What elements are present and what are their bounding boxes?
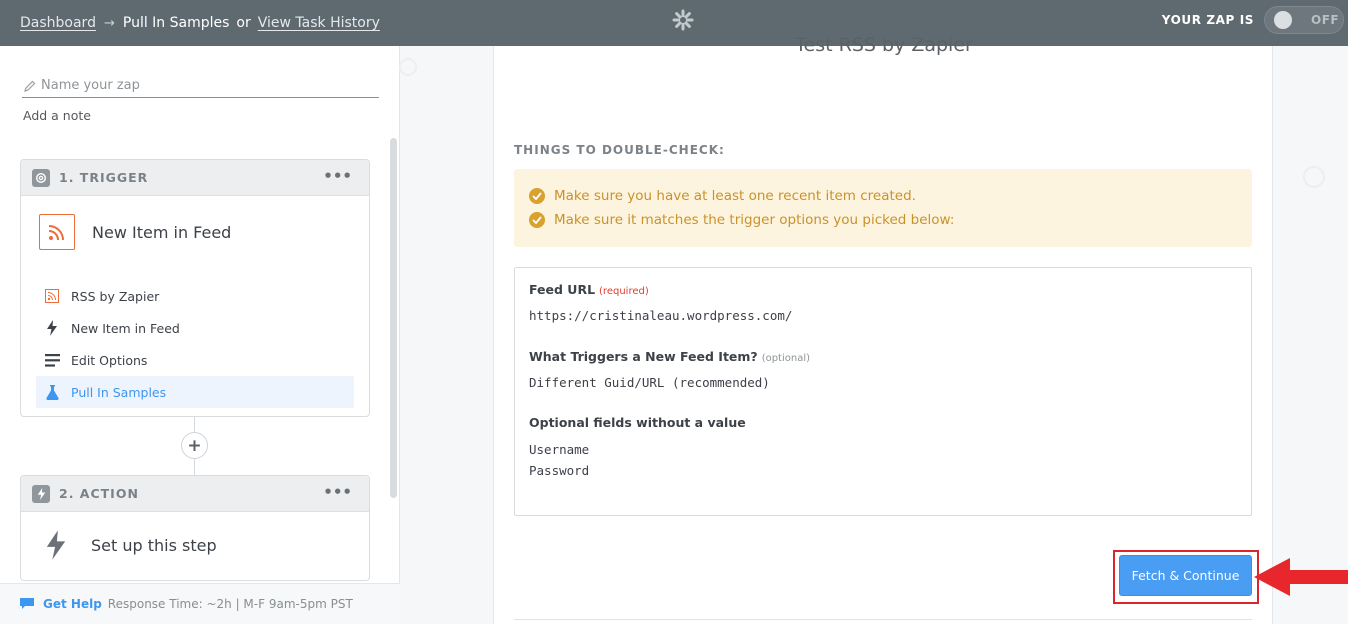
action-app-summary[interactable]: Set up this step (21, 512, 369, 562)
add-note-link[interactable]: Add a note (23, 108, 91, 123)
action-step-card: 2. ACTION ••• Set up this step (20, 475, 370, 581)
trigger-substeps: RSS by Zapier New Item in Feed Edit Opti… (21, 280, 369, 408)
optional-tag: (optional) (761, 353, 811, 364)
trigger-app-title: New Item in Feed (92, 222, 232, 242)
trigger-step-card: 1. TRIGGER ••• New Item in Feed RSS by Z… (20, 159, 370, 417)
trigger-type-label: What Triggers a New Feed Item? (optional) (529, 349, 811, 364)
editor-sidebar: Add a note 1. TRIGGER ••• New Item in Fe… (0, 46, 400, 624)
optional-field-password: Password (529, 463, 590, 478)
breadcrumb: Dashboard → Pull In Samples or View Task… (20, 15, 380, 31)
connector-line (194, 417, 195, 432)
action-bolt-badge-icon (32, 484, 50, 503)
substep-edit-options[interactable]: Edit Options (36, 344, 354, 376)
bolt-large-icon (46, 530, 66, 560)
check-item: Make sure you have at least one recent i… (514, 184, 1252, 208)
red-pointer-arrow-icon (1254, 558, 1348, 596)
decorative-circle (399, 58, 417, 76)
add-step-button[interactable]: + (181, 432, 208, 459)
toggle-knob (1274, 11, 1292, 29)
help-bar: Get Help Response Time: ~2h | M-F 9am-5p… (0, 583, 400, 624)
dashboard-link[interactable]: Dashboard (20, 15, 96, 31)
breadcrumb-or: or (236, 15, 251, 31)
feed-url-label: Feed URL (required) (529, 282, 649, 297)
trigger-more-menu-icon[interactable]: ••• (323, 167, 352, 185)
substep-label: Edit Options (71, 352, 148, 368)
double-check-box: Make sure you have at least one recent i… (514, 169, 1252, 247)
divider (514, 619, 1252, 620)
highlight-box (1113, 550, 1259, 604)
substep-label: New Item in Feed (71, 320, 180, 336)
zap-status-label: YOUR ZAP IS (1161, 13, 1254, 27)
trigger-step-title: 1. TRIGGER (59, 170, 149, 185)
sidebar-scrollbar[interactable] (390, 138, 397, 498)
breadcrumb-arrow-icon: → (103, 15, 115, 31)
get-help-link[interactable]: Get Help (43, 597, 102, 611)
pencil-icon (24, 80, 36, 92)
feed-url-value: https://cristinaleau.wordpress.com/ (529, 308, 793, 323)
zapier-logo-icon[interactable] (671, 8, 695, 32)
substep-choose-trigger[interactable]: New Item in Feed (36, 312, 354, 344)
action-app-title: Set up this step (91, 535, 217, 555)
bolt-icon (44, 320, 60, 336)
check-item: Make sure it matches the trigger options… (514, 208, 1252, 232)
optional-fields-heading: Optional fields without a value (529, 415, 746, 430)
check-text: Make sure you have at least one recent i… (554, 188, 916, 204)
panel-title: Test RSS by Zapier (795, 34, 973, 56)
check-circle-icon (529, 188, 545, 204)
check-circle-icon (529, 212, 545, 228)
rss-app-icon (39, 214, 75, 250)
trigger-at-icon (32, 168, 50, 187)
substep-choose-app[interactable]: RSS by Zapier (36, 280, 354, 312)
trigger-app-summary[interactable]: New Item in Feed (21, 196, 369, 250)
substep-label: RSS by Zapier (71, 288, 160, 304)
rss-icon (44, 288, 60, 304)
connector-line (194, 459, 195, 475)
substep-pull-in-samples[interactable]: Pull In Samples (36, 376, 354, 408)
response-time-text: Response Time: ~2h | M-F 9am-5pm PST (107, 597, 353, 611)
decorative-circle (1303, 166, 1325, 188)
trigger-step-header[interactable]: 1. TRIGGER ••• (21, 160, 369, 196)
trigger-type-value: Different Guid/URL (recommended) (529, 375, 770, 390)
check-text: Make sure it matches the trigger options… (554, 212, 955, 228)
action-more-menu-icon[interactable]: ••• (323, 483, 352, 501)
breadcrumb-current: Pull In Samples (122, 15, 230, 31)
test-step-panel: Test RSS by Zapier THINGS TO DOUBLE-CHEC… (493, 34, 1273, 624)
trigger-options-summary: Feed URL (required) https://cristinaleau.… (514, 267, 1252, 516)
zap-on-off-toggle[interactable]: OFF (1264, 6, 1344, 34)
required-tag: (required) (599, 286, 649, 297)
view-task-history-link[interactable]: View Task History (258, 15, 380, 31)
action-step-title: 2. ACTION (59, 486, 139, 501)
optional-field-username: Username (529, 442, 590, 457)
zap-name-input[interactable] (41, 78, 361, 93)
lines-icon (44, 352, 60, 368)
substep-label: Pull In Samples (71, 384, 167, 400)
flask-icon (44, 384, 60, 400)
action-step-header[interactable]: 2. ACTION ••• (21, 476, 369, 512)
zap-name-field[interactable] (22, 74, 379, 98)
chat-bubble-icon (20, 598, 34, 609)
double-check-heading: THINGS TO DOUBLE-CHECK: (514, 143, 725, 157)
toggle-label: OFF (1311, 13, 1340, 27)
